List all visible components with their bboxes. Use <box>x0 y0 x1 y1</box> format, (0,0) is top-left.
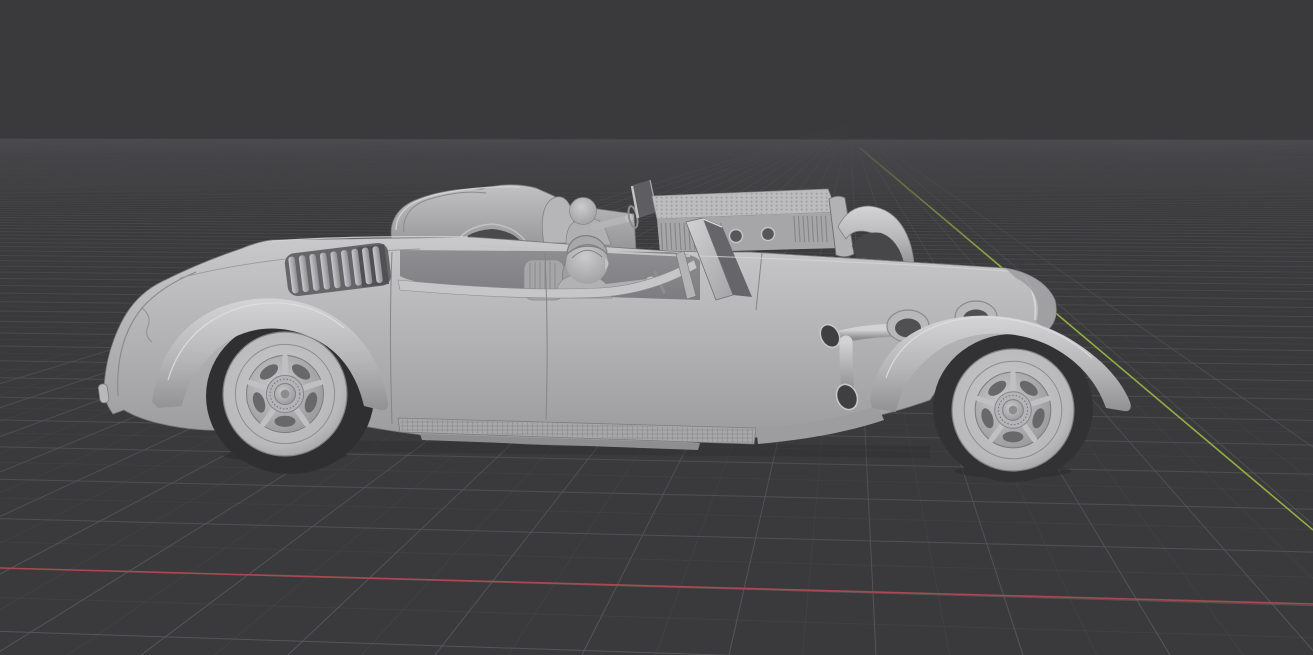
bg-hood-port-1 <box>730 230 743 243</box>
front-wheel <box>952 349 1074 471</box>
bg-hood-port-2 <box>762 228 775 241</box>
viewport-canvas[interactable] <box>0 0 1313 655</box>
viewport-3d[interactable] <box>0 0 1313 655</box>
bg-driver-head <box>570 198 597 225</box>
rear-wheel <box>223 332 347 456</box>
bg-hood <box>652 189 840 253</box>
